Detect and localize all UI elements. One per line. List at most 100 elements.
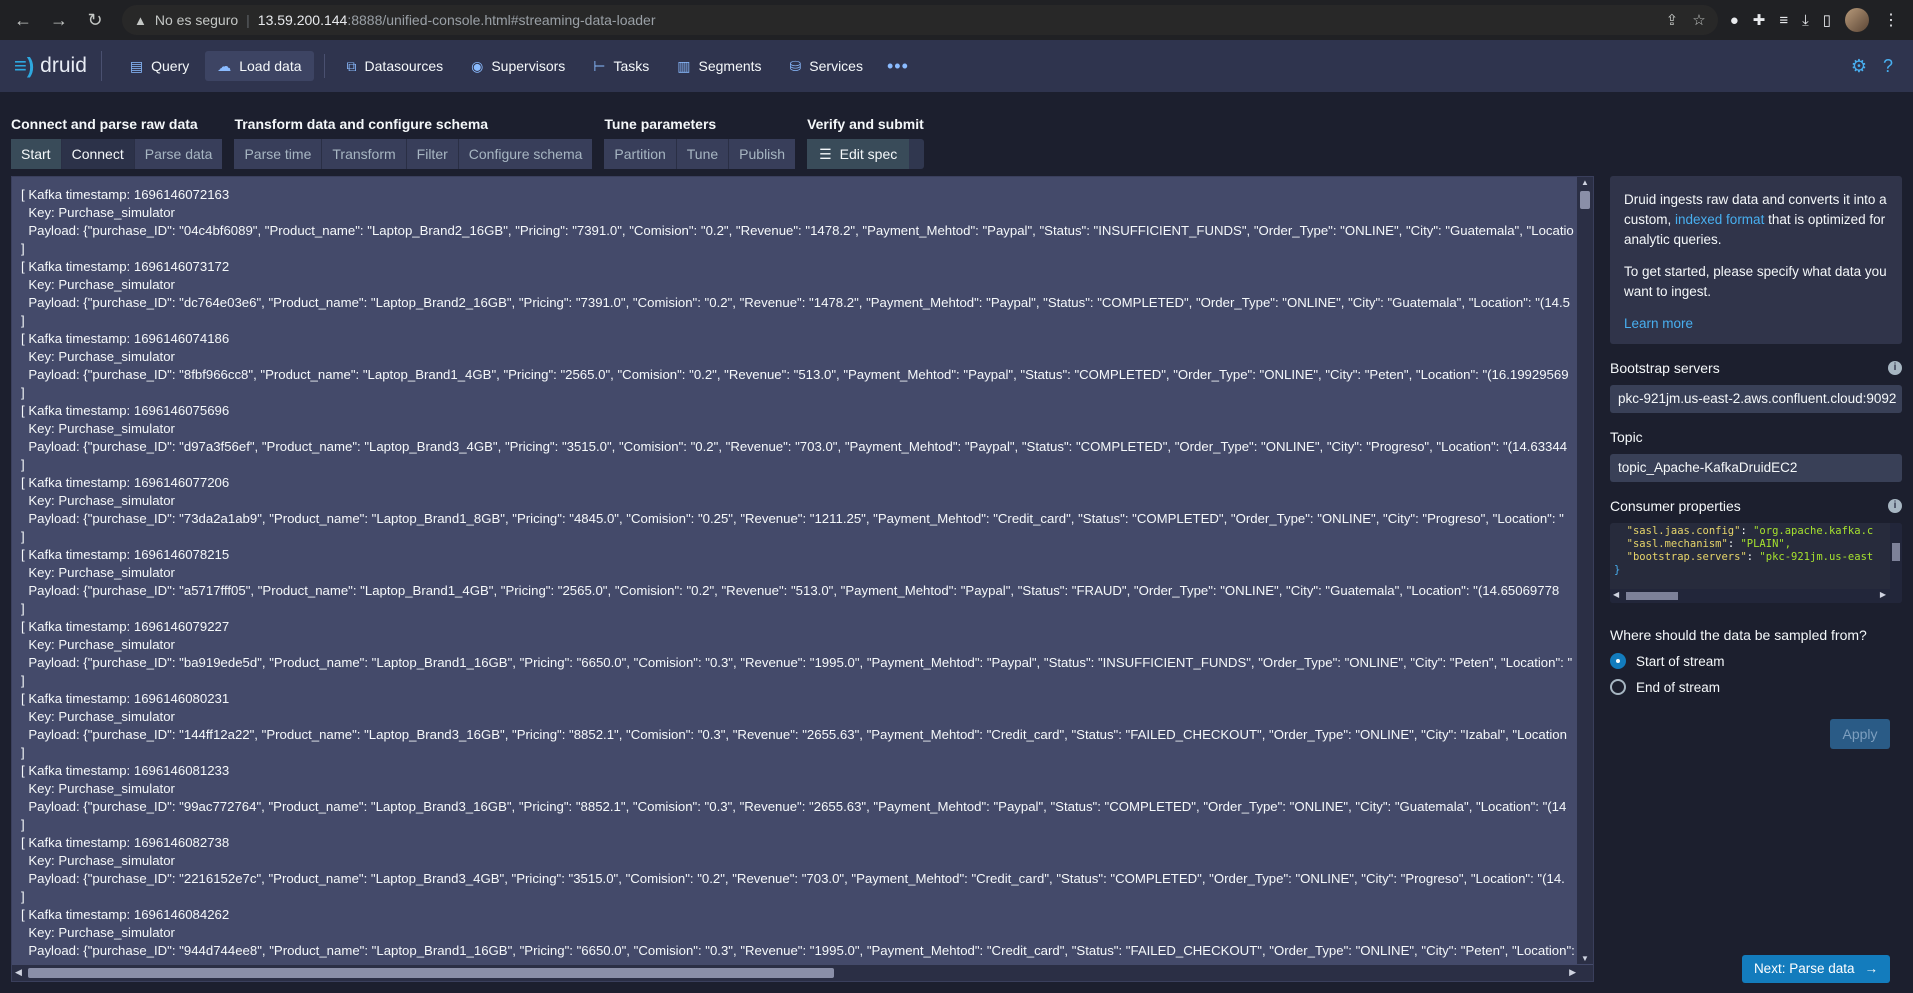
scroll-thumb[interactable] (28, 968, 834, 978)
nav-load-data[interactable]: ☁ Load data (205, 51, 314, 81)
nav-query[interactable]: ▤ Query (118, 51, 201, 81)
gantt-chart-icon: ⊢ (593, 57, 606, 74)
url-path: :8888/unified-console.html#streaming-dat… (347, 12, 656, 28)
apply-button[interactable]: Apply (1830, 719, 1890, 749)
raw-record-ts: [ Kafka timestamp: 1696146082738 (21, 835, 230, 850)
sample-question: Where should the data be sampled from? (1610, 627, 1867, 643)
raw-data-panel: [ Kafka timestamp: 1696146072163 Key: Pu… (11, 176, 1597, 985)
step-parse-data[interactable]: Parse data (134, 139, 223, 169)
info-icon[interactable]: i (1888, 499, 1902, 513)
resize-handle[interactable] (1577, 965, 1593, 981)
raw-record-payload: Payload: {"purchase_ID": "04c4bf6089", "… (21, 223, 1574, 238)
nav-label: Services (809, 58, 863, 74)
learn-more-link[interactable]: Learn more (1624, 314, 1888, 334)
nav-services[interactable]: ⛁ Services (778, 51, 875, 81)
editor-horizontal-scrollbar[interactable]: ◀ ▶ (1610, 589, 1902, 603)
nav-label: Load data (239, 58, 302, 74)
address-bar[interactable]: ▲ No es seguro | 13.59.200.144:8888/unif… (122, 5, 1718, 35)
step-publish[interactable]: Publish (729, 139, 796, 169)
step-connect[interactable]: Connect (61, 139, 135, 169)
raw-record-ts: [ Kafka timestamp: 1696146077206 (21, 475, 230, 490)
forward-icon[interactable]: → (44, 5, 74, 35)
scroll-thumb[interactable] (1892, 543, 1900, 561)
scroll-left-icon[interactable]: ◀ (1613, 590, 1619, 599)
json-value: "PLAIN", (1740, 538, 1792, 550)
scroll-thumb[interactable] (1580, 191, 1590, 209)
raw-record-key: Key: Purchase_simulator (21, 349, 175, 364)
raw-record-payload: Payload: {"purchase_ID": "2216152e7c", "… (21, 871, 1565, 886)
step-tune[interactable]: Tune (676, 139, 730, 169)
star-icon[interactable]: ☆ (1692, 11, 1705, 29)
raw-record-key: Key: Purchase_simulator (21, 637, 175, 652)
vertical-scrollbar[interactable]: ▲ ▼ (1577, 177, 1593, 964)
bootstrap-servers-input[interactable]: pkc-921jm.us-east-2.aws.confluent.cloud:… (1610, 385, 1902, 413)
radio-start-of-stream[interactable]: Start of stream (1610, 653, 1902, 669)
download-icon[interactable]: ⤓ (1802, 12, 1809, 29)
raw-record-ts: [ Kafka timestamp: 1696146072163 (21, 187, 230, 202)
step-group-verify: Verify and submit ☰ Edit spec (807, 113, 924, 169)
raw-record-close: ] (21, 529, 25, 544)
extension-icon[interactable]: ● (1730, 12, 1739, 29)
nav-segments[interactable]: ▥ Segments (665, 51, 773, 81)
back-icon[interactable]: ← (8, 5, 38, 35)
menu-icon[interactable]: ⋮ (1883, 10, 1899, 30)
step-group-tune: Tune parameters Partition Tune Publish (604, 113, 796, 169)
horizontal-scrollbar[interactable]: ◀ ▶ (12, 965, 1579, 981)
raw-record-close: ] (21, 889, 25, 904)
media-icon[interactable]: ≡ (1779, 12, 1788, 29)
raw-record-ts: [ Kafka timestamp: 1696146075696 (21, 403, 230, 418)
browser-toolbar: ← → ↻ ▲ No es seguro | 13.59.200.144:888… (0, 0, 1913, 40)
raw-data-textarea[interactable]: [ Kafka timestamp: 1696146072163 Key: Pu… (11, 176, 1594, 982)
druid-logo[interactable]: ≡) druid (14, 51, 102, 81)
radio-button[interactable] (1610, 679, 1626, 695)
next-parse-data-button[interactable]: Next: Parse data → (1741, 955, 1890, 983)
druid-logo-icon: ≡) (14, 53, 35, 78)
reload-icon[interactable]: ↻ (80, 5, 110, 35)
scroll-down-icon[interactable]: ▼ (1581, 954, 1589, 963)
json-key: "bootstrap.servers" (1626, 551, 1747, 563)
sidepanel-icon[interactable]: ▯ (1823, 11, 1831, 29)
nav-tasks[interactable]: ⊢ Tasks (581, 51, 661, 81)
scroll-right-icon[interactable]: ▶ (1880, 590, 1886, 599)
editor-vertical-scrollbar[interactable] (1890, 523, 1902, 589)
raw-record-close: ] (21, 385, 25, 400)
raw-record-payload: Payload: {"purchase_ID": "944d744ee8", "… (21, 943, 1574, 958)
help-icon[interactable]: ? (1883, 56, 1893, 77)
nav-supervisors[interactable]: ◉ Supervisors (459, 51, 577, 81)
more-icon[interactable]: ••• (879, 56, 917, 77)
consumer-properties-editor[interactable]: "sasl.jaas.config": "org.apache.kafka.c … (1610, 523, 1902, 603)
scroll-thumb[interactable] (1626, 592, 1678, 600)
field-label: Topic (1610, 429, 1643, 445)
info-icon[interactable]: i (1888, 361, 1902, 375)
step-group-title: Connect and parse raw data (11, 116, 198, 132)
step-edit-spec[interactable]: ☰ Edit spec (807, 139, 910, 169)
radio-button-checked[interactable] (1610, 653, 1626, 669)
nav-label: Tasks (613, 58, 650, 74)
scroll-up-icon[interactable]: ▲ (1581, 178, 1589, 187)
raw-record-payload: Payload: {"purchase_ID": "a5717fff05", "… (21, 583, 1560, 598)
indexed-format-link[interactable]: indexed format (1675, 212, 1764, 227)
nav-datasources[interactable]: ⧉ Datasources (335, 51, 456, 81)
puzzle-icon[interactable]: ✚ (1753, 11, 1766, 29)
avatar[interactable] (1845, 8, 1869, 32)
radio-label: Start of stream (1636, 653, 1725, 669)
radio-end-of-stream[interactable]: End of stream (1610, 679, 1902, 695)
step-filter[interactable]: Filter (406, 139, 459, 169)
step-parse-time[interactable]: Parse time (234, 139, 323, 169)
topic-input[interactable]: topic_Apache-KafkaDruidEC2 (1610, 454, 1902, 482)
step-partition[interactable]: Partition (604, 139, 677, 169)
raw-record-close: ] (21, 817, 25, 832)
settings-icon[interactable]: ⚙ (1851, 56, 1867, 77)
scroll-left-icon[interactable]: ◀ (15, 967, 22, 978)
step-transform[interactable]: Transform (322, 139, 407, 169)
raw-record-close: ] (21, 601, 25, 616)
bootstrap-servers-field: Bootstrap servers i pkc-921jm.us-east-2.a… (1610, 358, 1902, 413)
step-navigation: Connect and parse raw data Start Connect… (0, 92, 1913, 169)
raw-record-payload: Payload: {"purchase_ID": "8fbf966cc8", "… (21, 367, 1569, 382)
raw-record-key: Key: Purchase_simulator (21, 853, 175, 868)
step-start[interactable]: Start (11, 139, 62, 169)
step-configure-schema[interactable]: Configure schema (458, 139, 593, 169)
share-icon[interactable]: ⇪ (1666, 11, 1679, 29)
raw-record-payload: Payload: {"purchase_ID": "dc764e03e6", "… (21, 295, 1570, 310)
scroll-right-icon[interactable]: ▶ (1569, 967, 1576, 978)
